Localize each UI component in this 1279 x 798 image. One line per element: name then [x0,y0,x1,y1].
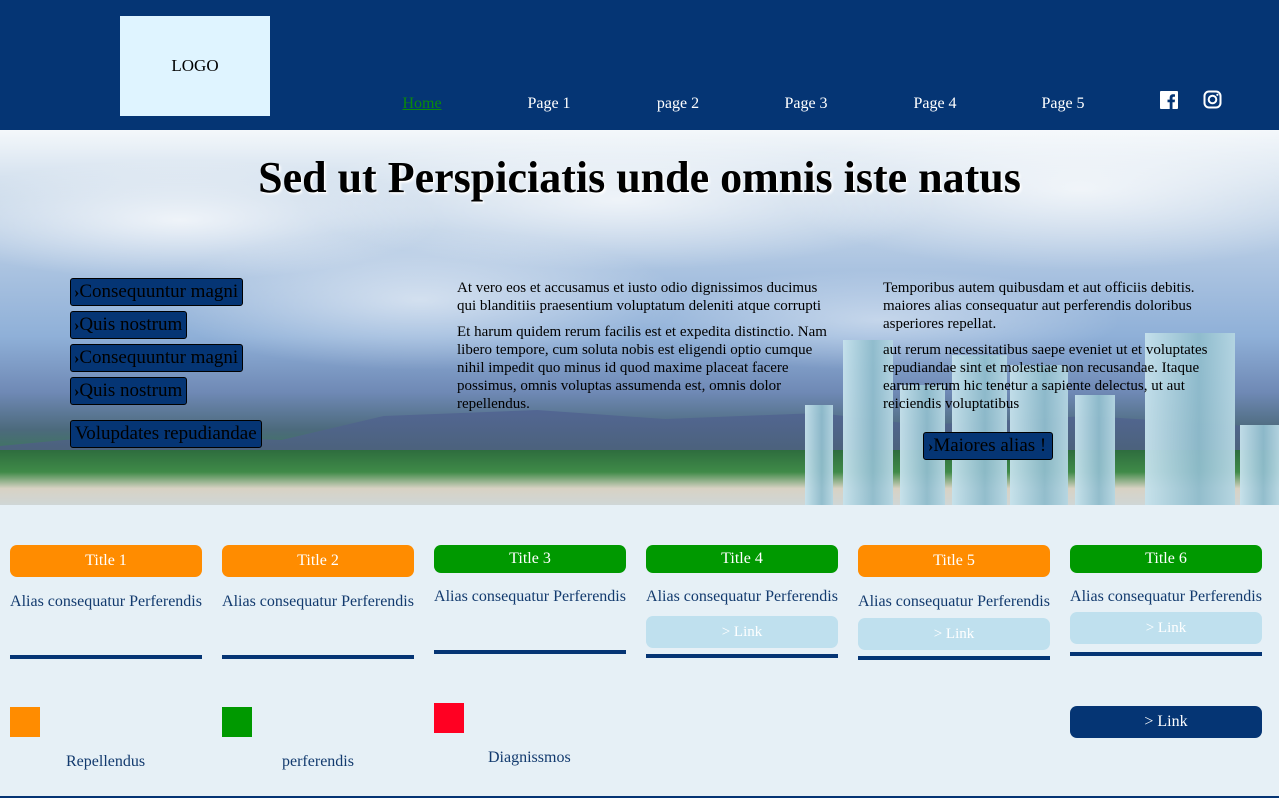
paragraph: Et harum quidem rerum facilis est et exp… [457,324,827,412]
card-6: Title 6 Alias consequatur Perferendis > … [1070,545,1262,656]
paragraph: aut rerum necessitatibus saepe eveniet u… [883,342,1208,412]
nav-page-4[interactable]: Page 4 [913,95,956,113]
card-title[interactable]: Title 6 [1070,545,1262,573]
logo[interactable]: LOGO [120,16,270,116]
legend-label: Diagnissmos [488,749,571,766]
nav-page-1[interactable]: Page 1 [527,95,570,113]
card-title[interactable]: Title 3 [434,545,626,573]
card-1: Title 1 Alias consequatur Perferendis [10,545,202,659]
nav-page-5[interactable]: Page 5 [1041,95,1084,113]
legend-label: perferendis [282,753,354,770]
card-description: Alias consequatur Perferendis [10,593,202,610]
divider [222,655,414,659]
hero-button-quis-1[interactable]: ›Quis nostrum [70,311,188,339]
legend-swatch-orange [10,707,40,737]
nav-page-2[interactable]: page 2 [657,95,699,113]
paragraph: Temporibus autem quibusdam et aut offici… [883,280,1195,332]
card-description: Alias consequatur Perferendis [646,588,838,605]
button-label: Quis nostrum [79,380,183,401]
card-title[interactable]: Title 5 [858,545,1050,577]
paragraph: At vero eos et accusamus et iusto odio d… [457,280,822,314]
card-description: Alias consequatur Perferendis [1070,588,1262,605]
card-description: Alias consequatur Perferendis [434,588,626,605]
divider [10,655,202,659]
card-title[interactable]: Title 2 [222,545,414,577]
site-header: LOGO Home Page 1 page 2 Page 3 Page 4 Pa… [0,0,1279,130]
nav-page-3[interactable]: Page 3 [784,95,827,113]
facebook-icon[interactable] [1160,90,1180,110]
button-label: Maiores alias ! [933,435,1047,456]
card-link-button[interactable]: > Link [858,618,1050,650]
hero-text-column-1: At vero eos et accusamus et iusto odio d… [457,279,827,421]
maiores-alias-button[interactable]: ›Maiores alias ! [923,432,1054,460]
button-label: Consequuntur magni [79,281,239,302]
nav-home[interactable]: Home [402,95,441,113]
button-label: Consequuntur magni [79,347,239,368]
hero-button-consequuntur-2[interactable]: ›Consequuntur magni [70,344,244,372]
divider [646,654,838,658]
legend-swatch-red [434,703,464,733]
card-title[interactable]: Title 1 [10,545,202,577]
card-5: Title 5 Alias consequatur Perferendis > … [858,545,1050,660]
hero-title: Sed ut Perspiciatis unde omnis iste natu… [258,153,1021,202]
hero-button-volupdates[interactable]: Volupdates repudiandae [70,420,262,448]
hero-button-quis-2[interactable]: ›Quis nostrum [70,377,188,405]
divider [858,656,1050,660]
divider [1070,652,1262,656]
button-label: Quis nostrum [79,314,183,335]
card-3: Title 3 Alias consequatur Perferendis [434,545,626,654]
legend-label: Repellendus [66,753,146,770]
card-2: Title 2 Alias consequatur Perferendis [222,545,414,659]
card-link-button[interactable]: > Link [646,616,838,648]
card-title[interactable]: Title 4 [646,545,838,573]
card-description: Alias consequatur Perferendis [222,593,414,610]
hero-banner: Sed ut Perspiciatis unde omnis iste natu… [0,130,1279,505]
hero-button-consequuntur-1[interactable]: ›Consequuntur magni [70,278,244,306]
legend-swatch-green [222,707,252,737]
instagram-icon[interactable] [1203,90,1223,110]
card-4: Title 4 Alias consequatur Perferendis > … [646,545,838,658]
card-description: Alias consequatur Perferendis [858,593,1050,610]
building [1240,425,1279,505]
divider [434,650,626,654]
link-button[interactable]: > Link [1070,706,1262,738]
hero-text-column-2: Temporibus autem quibusdam et aut offici… [883,279,1233,421]
card-link-button[interactable]: > Link [1070,612,1262,644]
